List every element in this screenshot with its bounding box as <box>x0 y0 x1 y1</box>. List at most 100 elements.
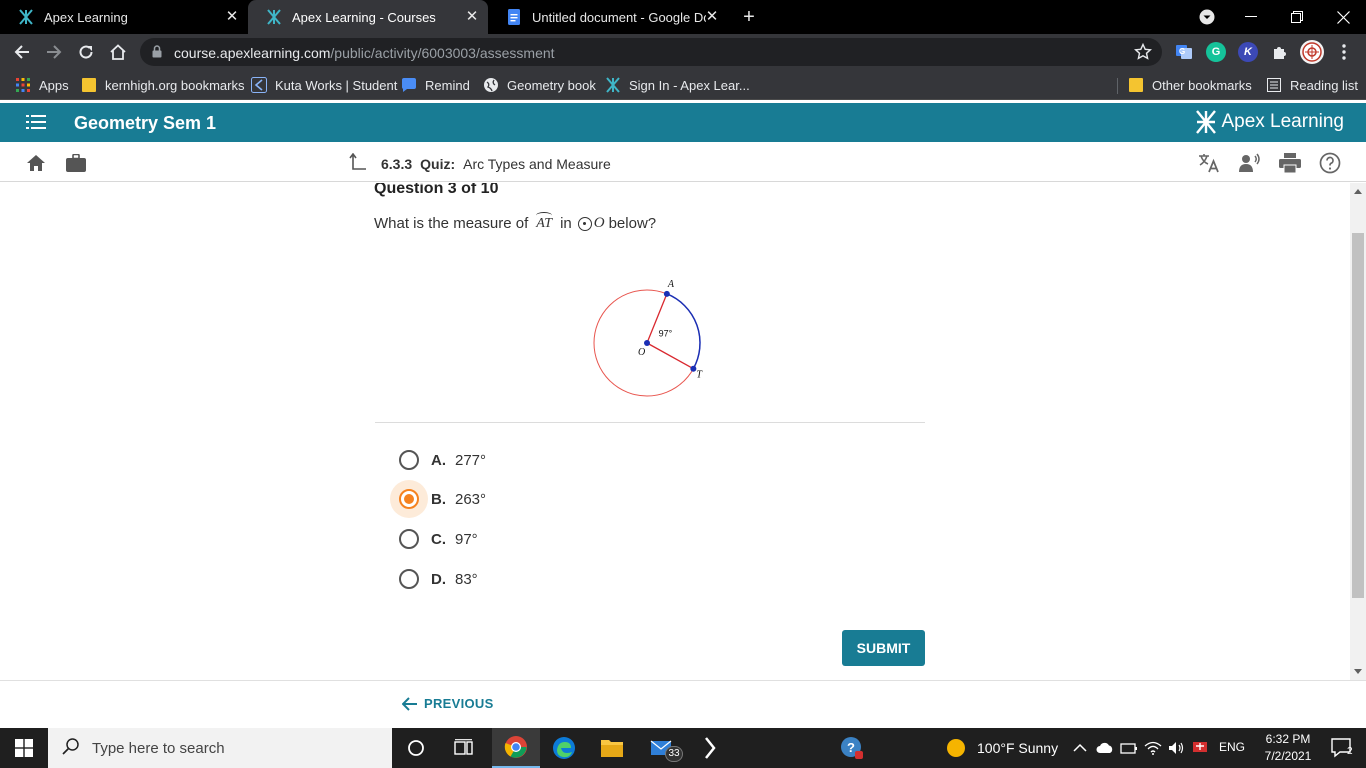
edge-taskbar-icon[interactable] <box>540 728 588 768</box>
apex-icon <box>605 77 621 93</box>
bookmark-kuta-works[interactable]: Kuta Works | Student <box>251 76 397 94</box>
tab-apex-courses[interactable]: Apex Learning - Courses ✕ <box>248 0 488 34</box>
scroll-down-arrow-icon[interactable] <box>1354 669 1362 674</box>
activity-title: 6.3.3 Quiz: Arc Types and Measure <box>349 152 611 174</box>
tab-search-icon[interactable] <box>1184 0 1230 34</box>
option-value: 277° <box>455 451 487 469</box>
briefcase-icon[interactable] <box>65 152 87 174</box>
wifi-icon[interactable] <box>1142 728 1164 768</box>
apex-favicon-icon <box>266 9 282 25</box>
new-tab-plus-icon[interactable]: + <box>738 6 760 28</box>
tab-close-icon[interactable]: ✕ <box>704 9 720 25</box>
option-letter: D. <box>431 570 446 588</box>
taskbar-search-box[interactable]: Type here to search <box>48 728 392 768</box>
folder-icon <box>1128 77 1144 93</box>
question-content: Question 3 of 10 What is the measure of … <box>0 183 1350 680</box>
radio-button[interactable] <box>390 560 428 598</box>
windows-start-icon[interactable] <box>0 728 48 768</box>
task-view-icon[interactable] <box>440 728 488 768</box>
terminal-taskbar-icon[interactable] <box>686 728 734 768</box>
mail-taskbar-icon[interactable]: 33 <box>638 728 686 768</box>
battery-plug-icon[interactable] <box>1118 728 1140 768</box>
center-point <box>644 340 650 346</box>
kuta-icon <box>251 77 267 93</box>
bookmark-apps[interactable]: Apps <box>15 76 69 94</box>
tab-close-icon[interactable]: ✕ <box>224 9 240 25</box>
answer-option-a[interactable]: A. 277° <box>390 442 486 478</box>
browser-toolbar: course.apexlearning.com/public/activity/… <box>0 34 1366 70</box>
taskbar-clock[interactable]: 6:32 PM 7/2/2021 <box>1258 731 1318 765</box>
extensions-puzzle-icon[interactable] <box>1270 42 1290 62</box>
bottom-navigation: PREVIOUS <box>0 680 1366 728</box>
notifications-icon[interactable]: 2 <box>1318 728 1366 768</box>
previous-button[interactable]: PREVIOUS <box>402 696 494 711</box>
activity-toolbar: 6.3.3 Quiz: Arc Types and Measure <box>0 142 1366 182</box>
bookmark-geometry-book[interactable]: Geometry book <box>483 76 596 94</box>
radio-button[interactable] <box>390 520 428 558</box>
restore-icon[interactable] <box>1274 0 1320 34</box>
hamburger-menu-icon[interactable] <box>26 115 46 134</box>
forward-arrow-icon[interactable] <box>40 38 68 66</box>
svg-text:G: G <box>1179 47 1185 56</box>
bookmark-other-bookmarks[interactable]: Other bookmarks <box>1128 76 1252 94</box>
option-letter: A. <box>431 451 446 469</box>
tab-google-doc[interactable]: Untitled document - Google Doc ✕ <box>488 0 728 34</box>
page-scrollbar[interactable] <box>1350 183 1366 680</box>
label-t: T <box>696 370 703 381</box>
bookmark-remind[interactable]: Remind <box>401 76 470 94</box>
submit-button[interactable]: SUBMIT <box>842 630 925 666</box>
radio-button[interactable] <box>390 441 428 479</box>
kami-extension-icon[interactable]: K <box>1238 42 1258 62</box>
answer-option-c[interactable]: C. 97° <box>390 521 478 557</box>
grammarly-extension-icon[interactable]: G <box>1206 42 1226 62</box>
up-arrow-icon[interactable] <box>349 152 367 174</box>
answer-option-d[interactable]: D. 83° <box>390 561 478 597</box>
profile-avatar[interactable] <box>1300 40 1324 64</box>
home-icon[interactable] <box>25 152 47 174</box>
google-translate-extension-icon[interactable]: G <box>1174 42 1194 62</box>
answer-option-b[interactable]: B. 263° <box>390 480 486 518</box>
option-letter: C. <box>431 530 446 548</box>
bookmark-apex-signin[interactable]: Sign In - Apex Lear... <box>605 76 750 94</box>
question-header: Question 3 of 10 <box>374 183 499 197</box>
scrollbar-thumb[interactable] <box>1352 233 1364 598</box>
print-icon[interactable] <box>1279 152 1301 174</box>
address-bar[interactable]: course.apexlearning.com/public/activity/… <box>140 38 1162 66</box>
language-indicator[interactable]: ENG <box>1219 740 1245 754</box>
translate-icon[interactable] <box>1198 152 1220 174</box>
volume-icon[interactable] <box>1166 728 1188 768</box>
bookmark-kernhigh[interactable]: kernhigh.org bookmarks <box>81 76 244 94</box>
tab-title: Apex Learning <box>44 9 128 25</box>
notification-count: 2 <box>1347 746 1353 757</box>
onedrive-cloud-icon[interactable] <box>1094 728 1116 768</box>
weather-text[interactable]: 100°F Sunny <box>977 740 1058 756</box>
radio-button[interactable] <box>390 480 428 518</box>
file-explorer-icon[interactable] <box>588 728 636 768</box>
reload-icon[interactable] <box>72 38 100 66</box>
globe-icon <box>483 77 499 93</box>
reading-list[interactable]: Reading list <box>1266 76 1358 94</box>
bookmark-star-icon[interactable] <box>1133 42 1153 66</box>
weather-sun-icon[interactable] <box>932 728 980 768</box>
back-arrow-icon[interactable] <box>8 38 36 66</box>
question-prompt: What is the measure of AT in O below? <box>374 211 657 232</box>
apex-learning-logo: Apex Learning <box>1195 109 1344 135</box>
tab-close-icon[interactable]: ✕ <box>464 9 480 25</box>
apex-course-header: Geometry Sem 1 Apex Learning <box>0 103 1366 142</box>
close-window-icon[interactable] <box>1320 0 1366 34</box>
text-to-speech-icon[interactable] <box>1238 152 1260 174</box>
reading-list-icon <box>1266 77 1282 93</box>
chrome-taskbar-icon[interactable] <box>492 728 540 768</box>
minimize-icon[interactable] <box>1228 0 1274 34</box>
circle-symbol-icon <box>577 216 592 231</box>
network-sync-icon[interactable] <box>1190 728 1212 768</box>
cortana-icon[interactable] <box>392 728 440 768</box>
help-icon[interactable] <box>1319 152 1341 174</box>
point-a <box>663 290 670 297</box>
browser-menu-icon[interactable] <box>1334 42 1354 62</box>
home-icon[interactable] <box>104 38 132 66</box>
scroll-up-arrow-icon[interactable] <box>1354 189 1362 194</box>
lock-icon <box>152 45 162 63</box>
help-taskbar-icon[interactable]: ? <box>828 728 876 768</box>
tab-apex-learning[interactable]: Apex Learning ✕ <box>0 0 248 34</box>
